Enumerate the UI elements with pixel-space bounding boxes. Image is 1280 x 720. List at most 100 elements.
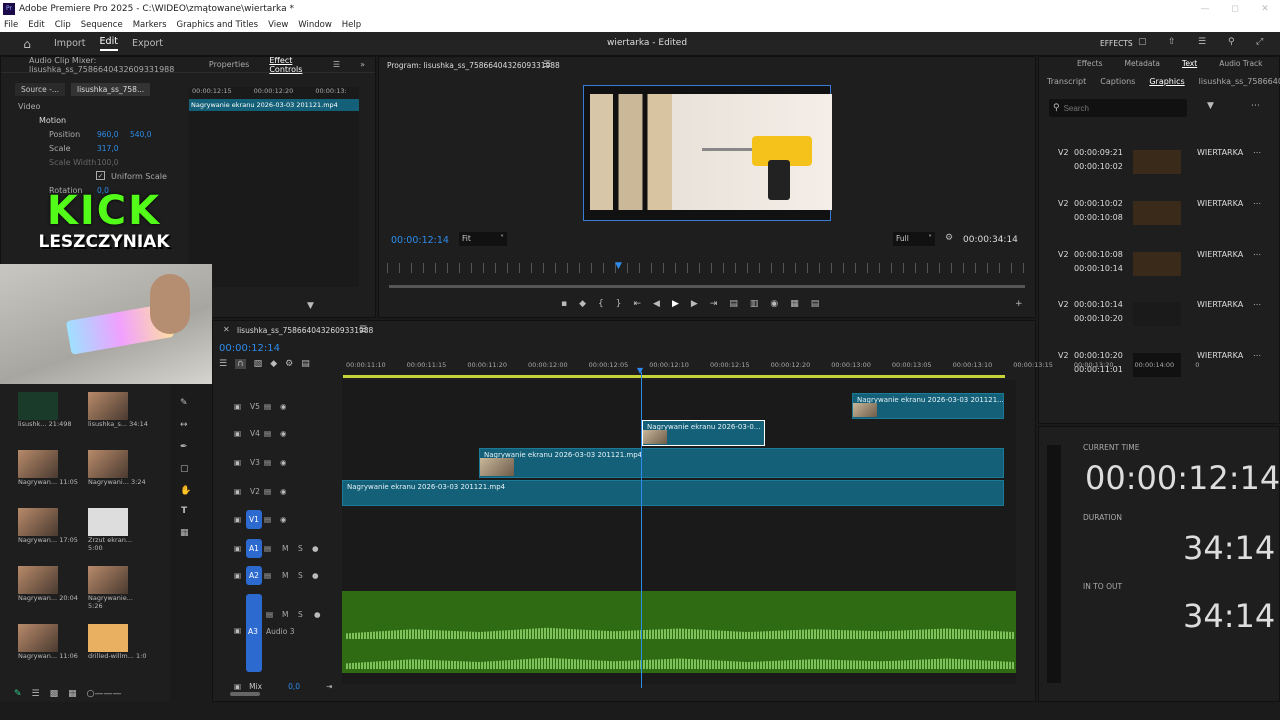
out-point-icon[interactable]: } — [616, 299, 622, 309]
caption-icon[interactable]: ▤ — [301, 359, 310, 369]
lock-icon[interactable]: ▣ — [234, 429, 241, 438]
microphone-icon[interactable]: ● — [312, 571, 319, 580]
insert-icon[interactable]: ☰ — [219, 359, 227, 369]
list-view-icon[interactable]: ☰ — [32, 689, 40, 699]
fullscreen-icon[interactable]: ⤢ — [1256, 37, 1263, 47]
vr-icon[interactable]: ▤ — [811, 299, 820, 309]
more-options-icon[interactable]: ⋯ — [1253, 351, 1261, 360]
microphone-icon[interactable]: ● — [312, 544, 319, 553]
play-icon[interactable]: ▶ — [672, 299, 679, 309]
playhead-handle-icon[interactable]: ▼ — [637, 366, 643, 375]
track-label[interactable]: V1 — [246, 510, 262, 529]
source-tab[interactable]: Source -... — [15, 82, 66, 96]
share-icon[interactable]: ⇧ — [1168, 37, 1176, 47]
go-to-in-icon[interactable]: ⇤ — [634, 299, 642, 309]
tab-effects[interactable]: Effects — [1077, 59, 1103, 68]
position-y[interactable]: 540,0 — [130, 130, 151, 139]
solo-button[interactable]: S — [298, 544, 303, 553]
sync-icon[interactable]: ▤ — [264, 429, 271, 438]
camera-icon[interactable]: ◉ — [770, 299, 778, 309]
more-options-icon[interactable]: ⋯ — [1253, 250, 1261, 259]
more-options-icon[interactable]: ⋯ — [1251, 101, 1260, 111]
timeline-tab[interactable]: lisushka_ss_7586640432609331988 — [237, 326, 373, 335]
mute-button[interactable]: M — [282, 544, 288, 553]
program-menu-icon[interactable]: ☰ — [543, 60, 551, 70]
maximize-icon[interactable]: ◻ — [1220, 4, 1250, 14]
sync-icon[interactable]: ▤ — [264, 402, 271, 411]
filter-icon[interactable]: ▼ — [307, 301, 314, 311]
bin-item[interactable]: drilled-willm... 1:0 — [88, 624, 148, 660]
menu-view[interactable]: View — [268, 20, 288, 30]
search-box[interactable]: ⚲ — [1049, 99, 1187, 117]
extract-icon[interactable]: ▥ — [750, 299, 759, 309]
tab-captions[interactable]: Captions — [1100, 77, 1135, 86]
pen-icon[interactable]: ✒ — [180, 442, 188, 452]
tab-metadata[interactable]: Metadata — [1125, 59, 1161, 68]
sync-icon[interactable]: ▤ — [264, 515, 271, 524]
expand-icon[interactable]: » — [350, 60, 375, 69]
rectangle-icon[interactable]: ▢ — [180, 464, 189, 474]
lock-icon[interactable]: ▣ — [234, 682, 241, 691]
caption-tool-icon[interactable]: ▦ — [180, 528, 189, 538]
program-scrollbar[interactable] — [389, 285, 1025, 288]
scale-value[interactable]: 317,0 — [97, 144, 118, 153]
menu-window[interactable]: Window — [298, 20, 332, 30]
sync-icon[interactable]: ▤ — [264, 458, 271, 467]
eye-icon[interactable]: ◉ — [280, 402, 287, 411]
quality-dropdown[interactable]: Full ˅ — [893, 232, 935, 246]
pencil-icon[interactable]: ✎ — [14, 689, 22, 699]
menu-clip[interactable]: Clip — [55, 20, 71, 30]
clip-v5[interactable]: Nagrywanie ekranu 2026-03-03 201121... — [852, 393, 1004, 419]
panel-icon[interactable]: ▢ — [1138, 37, 1147, 47]
wrench-icon[interactable]: ⚙ — [285, 359, 293, 369]
mute-button[interactable]: M — [282, 610, 288, 619]
close-icon[interactable]: ✕ — [223, 325, 230, 334]
snap-icon[interactable]: ∩ — [235, 359, 246, 369]
lock-icon[interactable]: ▣ — [234, 571, 241, 580]
filter-icon[interactable]: ▼ — [1207, 101, 1214, 111]
type-icon[interactable]: T — [181, 506, 187, 516]
list-item[interactable]: V2 00:00:09:21 00:00:10:02 WIERTARKA ⋯ — [1055, 148, 1275, 188]
program-tab[interactable]: Program: lisushka_ss_7586640432609331988 — [387, 61, 560, 70]
panel-menu-icon[interactable]: ☰ — [323, 60, 350, 69]
minimize-icon[interactable]: — — [1190, 4, 1220, 14]
bin-item[interactable]: Zrzut ekran... 5:00 — [88, 508, 148, 552]
timeline-horizontal-scrollbar[interactable] — [230, 692, 260, 696]
bin-item[interactable]: Nagrywan... 20:04 — [18, 566, 78, 602]
mix-value[interactable]: 0,0 — [288, 682, 300, 691]
more-options-icon[interactable]: ⋯ — [1253, 148, 1261, 157]
menu-markers[interactable]: Markers — [133, 20, 167, 30]
bin-item[interactable]: Nagrywan... 17:05 — [18, 508, 78, 544]
motion-effect[interactable]: Motion — [39, 116, 66, 125]
step-forward-icon[interactable]: ▶ — [691, 299, 698, 309]
eye-icon[interactable]: ◉ — [280, 515, 287, 524]
lift-icon[interactable]: ▤ — [729, 299, 738, 309]
list-item[interactable]: V2 00:00:10:20 00:00:11:01 WIERTARKA ⋯ — [1055, 351, 1275, 391]
effect-clip-bar[interactable]: Nagrywanie ekranu 2026-03-03 201121.mp4 — [189, 99, 359, 111]
home-icon[interactable]: ⌂ — [12, 37, 42, 51]
icon-view-icon[interactable]: ▩ — [50, 689, 59, 699]
bin-item[interactable]: Nagrywan... 11:05 — [18, 450, 78, 486]
eye-icon[interactable]: ◉ — [280, 487, 287, 496]
list-item[interactable]: V2 00:00:10:02 00:00:10:08 WIERTARKA ⋯ — [1055, 199, 1275, 239]
work-area-bar[interactable] — [343, 375, 1005, 378]
razor-icon[interactable]: ✎ — [180, 398, 188, 408]
hand-icon[interactable]: ✋ — [180, 486, 191, 496]
effects-label[interactable]: EFFECTS — [1100, 39, 1133, 48]
timeline-timecode[interactable]: 00:00:12:14 — [219, 343, 280, 354]
lock-icon[interactable]: ▣ — [234, 402, 241, 411]
bin-item[interactable]: Nagrywan... 11:06 — [18, 624, 78, 660]
track-label[interactable]: A2 — [246, 566, 262, 585]
sync-icon[interactable]: ▤ — [264, 544, 271, 553]
menu-file[interactable]: File — [4, 20, 18, 30]
lock-icon[interactable]: ▣ — [234, 458, 241, 467]
list-item[interactable]: V2 00:00:10:08 00:00:10:14 WIERTARKA ⋯ — [1055, 250, 1275, 290]
menu-icon[interactable]: ☰ — [1198, 37, 1206, 47]
playhead-marker-icon[interactable]: ▼ — [615, 261, 622, 271]
go-to-end-icon[interactable]: ⇥ — [326, 682, 332, 691]
menu-sequence[interactable]: Sequence — [81, 20, 123, 30]
sync-icon[interactable]: ▤ — [266, 610, 273, 619]
eye-icon[interactable]: ◉ — [280, 458, 287, 467]
sync-icon[interactable]: ▤ — [264, 571, 271, 580]
more-options-icon[interactable]: ⋯ — [1253, 300, 1261, 309]
